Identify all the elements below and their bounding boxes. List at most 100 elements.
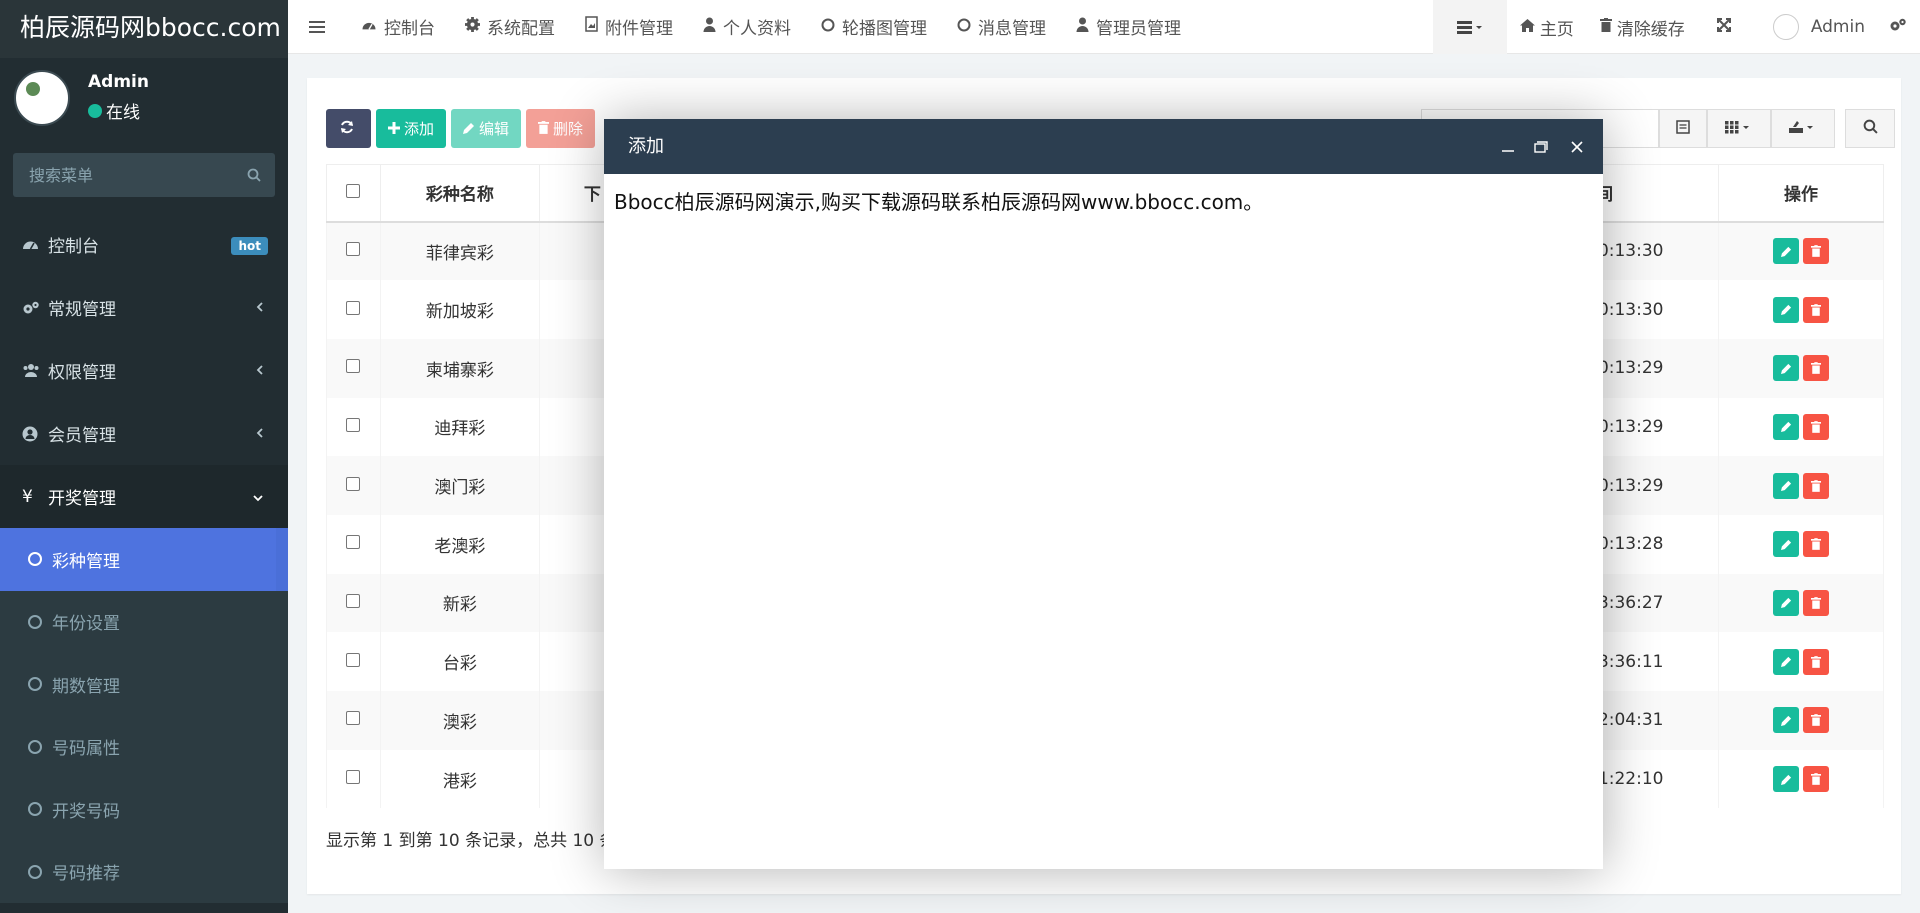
maximize-icon[interactable] xyxy=(1531,137,1551,157)
row-delete-button[interactable] xyxy=(1803,413,1830,440)
refresh-icon xyxy=(340,120,358,138)
sidebar-item-number-attrs[interactable]: 号码属性 xyxy=(0,716,288,779)
tab-label: 轮播图管理 xyxy=(842,19,927,39)
edit-button[interactable]: 编辑 xyxy=(451,109,522,148)
tab-dashboard[interactable]: 控制台 xyxy=(346,0,450,54)
row-delete-button[interactable] xyxy=(1803,296,1830,323)
minimize-icon[interactable] xyxy=(1498,137,1518,157)
column-header-name[interactable]: 彩种名称 xyxy=(379,164,540,223)
circle-icon xyxy=(28,677,42,692)
circle-icon xyxy=(28,739,42,754)
row-select-cell xyxy=(326,514,381,574)
menu-search-input[interactable] xyxy=(13,153,233,197)
row-edit-button[interactable] xyxy=(1773,531,1800,558)
row-checkbox[interactable] xyxy=(346,476,361,491)
clear-cache-button[interactable]: 清除缓存 xyxy=(1587,0,1698,54)
row-edit-button[interactable] xyxy=(1773,707,1800,734)
row-checkbox[interactable] xyxy=(346,535,361,550)
tab-attachments[interactable]: 附件管理 xyxy=(570,0,688,54)
row-delete-button[interactable] xyxy=(1803,648,1830,675)
sidebar-item-permissions[interactable]: 权限管理 xyxy=(0,339,288,402)
sidebar-item-label: 会员管理 xyxy=(48,426,116,446)
row-edit-button[interactable] xyxy=(1773,648,1800,675)
row-edit-button[interactable] xyxy=(1773,766,1800,793)
tabs-dropdown-button[interactable] xyxy=(1432,0,1507,54)
dialog-header[interactable]: 添加 xyxy=(604,119,1603,174)
search-button[interactable] xyxy=(1845,109,1895,148)
tab-carousel[interactable]: 轮播图管理 xyxy=(806,0,942,54)
row-checkbox[interactable] xyxy=(346,417,361,432)
sidebar-item-members[interactable]: 会员管理 xyxy=(0,402,288,465)
admin-user-menu[interactable]: Admin xyxy=(1755,0,1883,54)
circle-icon xyxy=(28,552,42,567)
tab-profile[interactable]: 个人资料 xyxy=(688,0,806,54)
row-delete-button[interactable] xyxy=(1803,238,1830,265)
row-edit-button[interactable] xyxy=(1773,238,1800,265)
tab-admins[interactable]: 管理员管理 xyxy=(1061,0,1196,54)
row-edit-button[interactable] xyxy=(1773,296,1800,323)
tab-label: 消息管理 xyxy=(978,19,1046,39)
close-icon[interactable] xyxy=(1567,137,1587,157)
toggle-view-button[interactable] xyxy=(1659,109,1707,148)
sidebar-item-draw-numbers[interactable]: 开奖号码 xyxy=(0,778,288,841)
user-panel: Admin 在线 xyxy=(0,58,288,136)
home-icon xyxy=(1519,17,1540,37)
row-select-cell xyxy=(326,280,381,339)
row-delete-button[interactable] xyxy=(1803,766,1830,793)
sidebar-item-recommend[interactable]: 号码推荐 xyxy=(0,841,288,904)
home-label: 主页 xyxy=(1539,19,1574,40)
select-all-checkbox[interactable] xyxy=(346,183,361,198)
cell-name: 新加坡彩 xyxy=(379,280,540,339)
user-circle-icon xyxy=(22,426,48,442)
menu-toggle-icon[interactable] xyxy=(288,0,346,54)
trash-icon xyxy=(538,120,553,138)
tab-label: 系统配置 xyxy=(487,19,555,39)
row-delete-button[interactable] xyxy=(1803,531,1830,558)
sidebar-item-lottery[interactable]: ¥ 开奖管理 xyxy=(0,465,288,528)
home-link[interactable]: 主页 xyxy=(1507,0,1587,54)
tab-system-config[interactable]: 系统配置 xyxy=(450,0,570,54)
cell-ops xyxy=(1718,632,1884,691)
columns-dropdown-button[interactable] xyxy=(1707,109,1771,148)
fullscreen-button[interactable] xyxy=(1698,0,1755,54)
row-edit-button[interactable] xyxy=(1773,413,1800,440)
row-checkbox[interactable] xyxy=(346,300,361,315)
row-checkbox[interactable] xyxy=(346,770,361,785)
sidebar-item-general[interactable]: 常规管理 xyxy=(0,276,288,339)
row-select-cell xyxy=(326,573,381,633)
refresh-button[interactable] xyxy=(326,109,371,148)
cell-name: 老澳彩 xyxy=(379,514,540,574)
row-delete-button[interactable] xyxy=(1803,472,1830,499)
tab-messages[interactable]: 消息管理 xyxy=(942,0,1061,54)
row-delete-button[interactable] xyxy=(1803,355,1830,382)
row-checkbox[interactable] xyxy=(346,711,361,726)
sidebar-item-periods[interactable]: 期数管理 xyxy=(0,653,288,716)
sidebar-item-label: 号码推荐 xyxy=(52,864,120,885)
row-checkbox[interactable] xyxy=(346,652,361,667)
row-select-cell xyxy=(326,338,381,398)
delete-button[interactable]: 删除 xyxy=(526,109,596,148)
add-button[interactable]: 添加 xyxy=(376,109,447,148)
circle-icon xyxy=(28,802,42,817)
row-checkbox[interactable] xyxy=(346,242,361,257)
sidebar-item-lottery-types[interactable]: 彩种管理 xyxy=(0,528,288,591)
row-checkbox[interactable] xyxy=(346,359,361,374)
fullscreen-icon xyxy=(1716,17,1736,37)
settings-button[interactable] xyxy=(1883,0,1920,54)
row-edit-button[interactable] xyxy=(1773,589,1800,616)
app-logo[interactable]: 柏辰源码网bbocc.com xyxy=(0,0,288,58)
user-icon xyxy=(703,17,723,37)
sidebar-item-dashboard[interactable]: 控制台 hot xyxy=(0,213,288,276)
cog-icon xyxy=(465,16,487,37)
row-delete-button[interactable] xyxy=(1803,707,1830,734)
top-navbar: 控制台 系统配置 附件管理 个人资料 轮播图管理 消息管理 管理员管理 主页 清… xyxy=(288,0,1920,54)
row-checkbox[interactable] xyxy=(346,593,361,608)
sidebar-item-year-settings[interactable]: 年份设置 xyxy=(0,591,288,654)
row-select-cell xyxy=(326,221,381,281)
row-edit-button[interactable] xyxy=(1773,355,1800,382)
row-delete-button[interactable] xyxy=(1803,589,1830,616)
cell-name: 新彩 xyxy=(379,573,540,633)
export-dropdown-button[interactable] xyxy=(1771,109,1835,148)
search-icon[interactable] xyxy=(247,167,261,186)
row-edit-button[interactable] xyxy=(1773,472,1800,499)
